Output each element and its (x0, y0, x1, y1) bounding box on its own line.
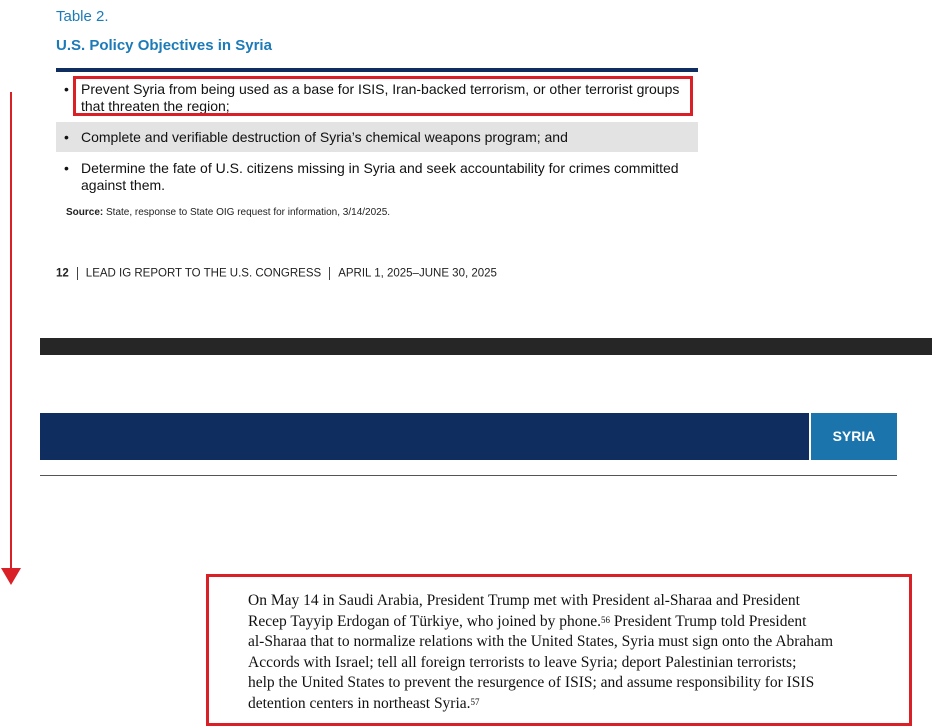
table-top-rule (56, 68, 698, 72)
highlight-box (73, 76, 693, 116)
report-title: LEAD IG REPORT TO THE U.S. CONGRESS (85, 267, 322, 280)
highlight-box (206, 574, 912, 726)
page-divider-band (40, 338, 932, 355)
table-row-text: Determine the fate of U.S. citizens miss… (81, 160, 679, 193)
page-number: 12 (56, 267, 69, 280)
footer-divider (76, 267, 78, 280)
section-banner (40, 413, 809, 460)
table-row: • Complete and verifiable destruction of… (56, 122, 698, 152)
table-label: Table 2. (56, 8, 109, 25)
source-label: Source: (66, 207, 104, 218)
table-row-text: Complete and verifiable destruction of S… (81, 129, 568, 145)
source-text: State, response to State OIG request for… (103, 207, 391, 218)
bullet-icon: • (64, 160, 69, 176)
page-footer: 12 LEAD IG REPORT TO THE U.S. CONGRESS APR… (56, 267, 497, 280)
arrow-head-icon (1, 568, 21, 585)
section-rule (40, 475, 897, 476)
section-tab: SYRIA (811, 413, 897, 460)
table-row: • Determine the fate of U.S. citizens mi… (56, 160, 698, 196)
table-source-note: Source: State, response to State OIG req… (66, 207, 390, 218)
table-title: U.S. Policy Objectives in Syria (56, 37, 272, 54)
bullet-icon: • (64, 129, 69, 145)
arrow-down-icon (10, 92, 12, 572)
report-period: APRIL 1, 2025–JUNE 30, 2025 (338, 267, 497, 280)
bullet-icon: • (64, 81, 69, 97)
footer-divider (329, 267, 331, 280)
